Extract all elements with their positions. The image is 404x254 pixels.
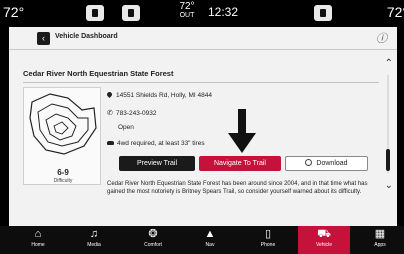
page-title: Vehicle Dashboard	[55, 33, 118, 40]
nav-item-vehicle[interactable]: ⛟ Vehicle	[298, 226, 350, 254]
nav-item-comfort[interactable]: ❂ Comfort	[130, 226, 176, 254]
phone-text: 783-243-0932	[116, 110, 157, 117]
divider	[23, 82, 379, 83]
outside-temperature-label: OUT	[179, 12, 195, 19]
hours-status: Open	[118, 124, 134, 131]
download-button[interactable]: Download	[285, 156, 368, 171]
nav-label-apps: Apps	[374, 242, 386, 248]
trail-map-icon	[29, 93, 97, 155]
comfort-icon: ❂	[148, 228, 158, 240]
navigate-to-trail-button[interactable]: Navigate To Trail	[199, 156, 281, 171]
home-icon: ⌂	[34, 228, 42, 240]
navigation-arrow-icon: ▲	[204, 228, 216, 240]
phone-icon: ✆	[107, 110, 113, 117]
scrollbar-thumb[interactable]	[386, 149, 390, 171]
address-text: 14551 Shields Rd, Holly, MI 4844	[116, 92, 212, 99]
nav-label-vehicle: Vehicle	[315, 242, 333, 248]
vehicle-icon	[107, 141, 114, 145]
status-bar: 72° 72° OUT 12:32 72°	[0, 0, 404, 26]
music-note-icon: ♫	[89, 228, 99, 240]
apps-grid-icon: ▦	[374, 228, 386, 240]
passenger-temperature[interactable]: 72°	[387, 4, 404, 20]
nav-item-home[interactable]: ⌂ Home	[16, 226, 60, 254]
address-row: 14551 Shields Rd, Holly, MI 4844	[105, 90, 212, 99]
download-icon	[305, 159, 313, 166]
nav-label-comfort: Comfort	[144, 242, 162, 248]
nav-item-phone[interactable]: ▯ Phone	[246, 226, 290, 254]
nav-item-nav[interactable]: ▲ Nav	[188, 226, 232, 254]
bottom-nav: ⌂ Home ♫ Media ❂ Comfort ▲ Nav ▯ Phone ⛟…	[0, 226, 404, 254]
phone-row: ✆ 783-243-0932	[107, 109, 156, 117]
nav-label-phone: Phone	[260, 242, 276, 248]
chevron-left-icon: ‹	[42, 33, 45, 43]
phone-icon: ▯	[264, 228, 272, 240]
difficulty-value: 6-9	[57, 168, 69, 177]
vehicle-icon: ⛟	[317, 228, 331, 240]
trail-name: Cedar River North Equestrian State Fores…	[23, 69, 174, 78]
heated-seat-icon[interactable]	[86, 5, 104, 21]
location-pin-icon	[105, 90, 114, 99]
preview-trail-button[interactable]: Preview Trail	[119, 156, 195, 171]
nav-item-media[interactable]: ♫ Media	[72, 226, 116, 254]
nav-item-apps[interactable]: ▦ Apps	[358, 226, 402, 254]
difficulty-label: Difficulty	[53, 178, 73, 184]
trail-description: Cedar River North Equestrian State Fores…	[107, 181, 368, 195]
outside-temperature-value: 72°	[179, 1, 195, 12]
down-arrow-icon	[228, 109, 256, 153]
outside-temperature: 72° OUT	[176, 2, 198, 20]
ventilated-seat-icon[interactable]	[122, 5, 140, 21]
scroll-down-icon[interactable]: ⌄	[385, 180, 393, 191]
heated-steering-icon[interactable]	[314, 5, 332, 21]
download-label: Download	[316, 160, 348, 167]
clock: 12:32	[208, 5, 239, 19]
requirement-row: 4wd required, at least 33" tires	[107, 140, 205, 147]
nav-label-home: Home	[31, 242, 45, 248]
nav-label-media: Media	[87, 242, 101, 248]
page-header: ‹ Vehicle Dashboard ⓘ	[9, 27, 397, 50]
trail-map-card[interactable]: 6-9 Difficulty	[23, 87, 101, 185]
main-screen: ‹ Vehicle Dashboard ⓘ Cedar River North …	[9, 27, 397, 226]
nav-label-nav: Nav	[205, 242, 215, 248]
requirement-text: 4wd required, at least 33" tires	[117, 140, 205, 147]
driver-temperature[interactable]: 72°	[3, 4, 24, 20]
back-button[interactable]: ‹	[37, 32, 50, 45]
info-icon[interactable]: ⓘ	[376, 30, 387, 46]
scroll-up-icon[interactable]: ⌃	[385, 58, 393, 69]
